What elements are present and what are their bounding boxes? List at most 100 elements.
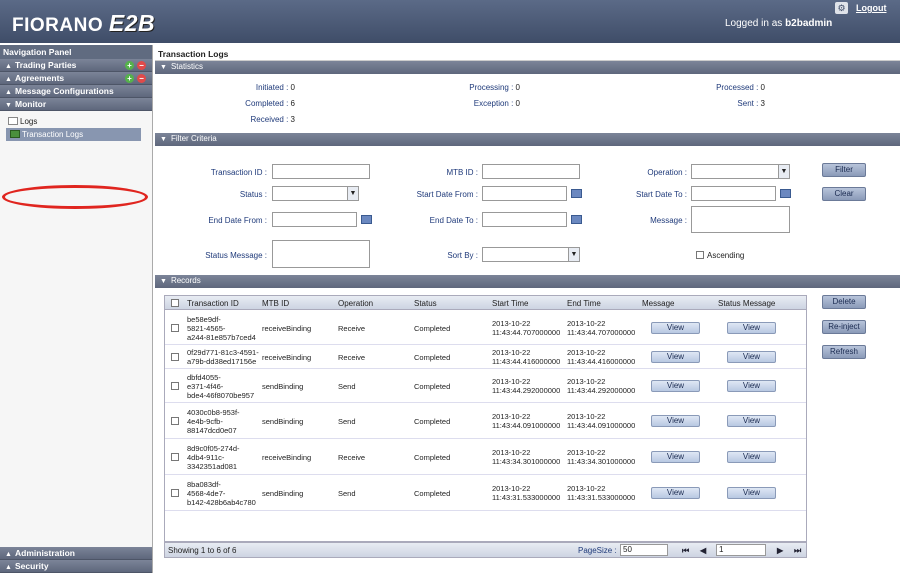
last-page-icon[interactable]: ⏭ bbox=[794, 546, 801, 556]
page-size-input[interactable]: 50 bbox=[620, 544, 668, 556]
add-icon[interactable]: + bbox=[125, 61, 134, 70]
view-status-message-button[interactable]: View bbox=[727, 451, 776, 463]
row-checkbox[interactable] bbox=[171, 489, 179, 497]
mtb-id-cell: receiveBinding bbox=[262, 324, 312, 333]
first-page-icon[interactable]: ⏮ bbox=[682, 546, 689, 556]
nav-item-label: Logs bbox=[20, 117, 38, 126]
end-date-from-label: End Date From : bbox=[208, 216, 267, 225]
page-number-input[interactable]: 1 bbox=[716, 544, 766, 556]
nav-section-administration[interactable]: ▲ Administration bbox=[0, 547, 152, 560]
remove-icon[interactable]: − bbox=[137, 74, 146, 83]
row-checkbox[interactable] bbox=[171, 324, 179, 332]
stat-sent: Sent : 3 bbox=[635, 99, 765, 108]
view-message-button[interactable]: View bbox=[651, 351, 700, 363]
filter-button[interactable]: Filter bbox=[822, 163, 866, 177]
chevron-down-icon: ▼ bbox=[5, 102, 12, 109]
column-header[interactable]: MTB ID bbox=[262, 299, 289, 308]
row-checkbox[interactable] bbox=[171, 353, 179, 361]
stat-label: Received : bbox=[250, 115, 289, 124]
ascending-checkbox[interactable] bbox=[696, 251, 704, 259]
chevron-down-icon: ▼ bbox=[160, 64, 167, 71]
transaction-id-input[interactable] bbox=[272, 164, 370, 179]
stat-label: Exception : bbox=[473, 99, 514, 108]
logout-link[interactable]: Logout bbox=[856, 3, 887, 13]
end-date-to-label: End Date To : bbox=[429, 216, 478, 225]
panel-title: Statistics bbox=[170, 62, 203, 71]
table-row[interactable]: 4030c0b8-953f- 4e4b-9cfb- 88147dcd0e07 send… bbox=[165, 403, 806, 439]
transaction-id-cell: 4e4b-9cfb- bbox=[187, 416, 223, 426]
statistics-panel: Initiated : 0 Completed : 6 Received : 3… bbox=[155, 74, 900, 133]
end-time-cell: 2013-10-22 bbox=[567, 377, 606, 386]
end-date-to-input[interactable] bbox=[482, 212, 567, 227]
nav-item-transaction-logs[interactable]: Transaction Logs bbox=[6, 128, 141, 141]
view-message-button[interactable]: View bbox=[651, 415, 700, 427]
column-header[interactable]: Start Time bbox=[492, 299, 528, 308]
status-select[interactable]: ▼ bbox=[272, 186, 359, 201]
column-header[interactable]: Status bbox=[414, 299, 437, 308]
view-status-message-button[interactable]: View bbox=[727, 351, 776, 363]
table-row[interactable]: dbfd4055- e371-4f46- bde4-46f8070be957 send… bbox=[165, 369, 806, 403]
start-date-from-input[interactable] bbox=[482, 186, 567, 201]
view-message-button[interactable]: View bbox=[651, 380, 700, 392]
view-status-message-button[interactable]: View bbox=[727, 415, 776, 427]
records-panel-header[interactable]: ▼ Records bbox=[155, 275, 900, 288]
nav-section-label: Monitor bbox=[15, 99, 47, 109]
view-status-message-button[interactable]: View bbox=[727, 487, 776, 499]
filter-panel-header[interactable]: ▼ Filter Criteria bbox=[155, 133, 900, 146]
view-status-message-button[interactable]: View bbox=[727, 380, 776, 392]
refresh-button[interactable]: Refresh bbox=[822, 345, 866, 359]
next-page-icon[interactable]: ▶ bbox=[777, 546, 783, 555]
nav-item-logs[interactable]: Logs bbox=[0, 115, 152, 128]
calendar-icon[interactable] bbox=[780, 189, 791, 198]
nav-section-security[interactable]: ▲ Security bbox=[0, 560, 152, 573]
add-icon[interactable]: + bbox=[125, 74, 134, 83]
start-time-cell: 2013-10-22 bbox=[492, 412, 531, 421]
end-time-cell: 11:43:31.533000000 bbox=[567, 493, 636, 502]
chevron-up-icon: ▲ bbox=[5, 76, 12, 83]
column-header[interactable]: Operation bbox=[338, 299, 373, 308]
row-checkbox[interactable] bbox=[171, 382, 179, 390]
column-header[interactable]: Transaction ID bbox=[187, 299, 239, 308]
statistics-panel-header[interactable]: ▼ Statistics bbox=[155, 61, 900, 74]
mtb-id-input[interactable] bbox=[482, 164, 580, 179]
status-cell: Completed bbox=[414, 353, 451, 362]
operation-select[interactable]: ▼ bbox=[691, 164, 790, 179]
column-header[interactable]: End Time bbox=[567, 299, 601, 308]
reinject-button[interactable]: Re-inject bbox=[822, 320, 866, 334]
remove-icon[interactable]: − bbox=[137, 61, 146, 70]
start-time-cell: 11:43:44.091000000 bbox=[492, 421, 561, 430]
chevron-down-icon: ▼ bbox=[160, 278, 167, 285]
fiorano-logo: FIORANO E2B bbox=[12, 10, 155, 37]
table-row[interactable]: 8ba083df- 4568-4de7- b142-428b6ab4c780 send… bbox=[165, 475, 806, 511]
column-header[interactable]: Message bbox=[642, 299, 674, 308]
row-checkbox[interactable] bbox=[171, 417, 179, 425]
nav-section-agreements[interactable]: ▲ Agreements + − bbox=[0, 72, 152, 85]
message-input[interactable] bbox=[691, 206, 790, 233]
end-date-from-input[interactable] bbox=[272, 212, 357, 227]
select-all-checkbox[interactable] bbox=[171, 299, 179, 307]
nav-section-monitor[interactable]: ▼ Monitor bbox=[0, 98, 152, 111]
view-status-message-button[interactable]: View bbox=[727, 322, 776, 334]
table-row[interactable]: 8d9c0f05-274d- 4db4-911c- 3342351ad081 rece… bbox=[165, 439, 806, 475]
previous-page-icon[interactable]: ◀ bbox=[700, 546, 706, 555]
view-message-button[interactable]: View bbox=[651, 322, 700, 334]
row-checkbox[interactable] bbox=[171, 453, 179, 461]
status-message-input[interactable] bbox=[272, 240, 370, 268]
nav-item-label: Transaction Logs bbox=[22, 130, 84, 139]
column-header[interactable]: Status Message bbox=[718, 299, 775, 308]
view-message-button[interactable]: View bbox=[651, 487, 700, 499]
start-date-to-input[interactable] bbox=[691, 186, 776, 201]
table-row[interactable]: 0f29d771-81c3-4591- a79b-dd38ed17156e rece… bbox=[165, 345, 806, 369]
stat-value: 3 bbox=[760, 99, 765, 108]
clear-button[interactable]: Clear bbox=[822, 187, 866, 201]
view-message-button[interactable]: View bbox=[651, 451, 700, 463]
table-row[interactable]: be58e9df- 5821-4565- a244-81e857b7ced4 rece… bbox=[165, 311, 806, 345]
gear-icon[interactable]: ⚙ bbox=[835, 2, 848, 14]
table-footer: Showing 1 to 6 of 6 PageSize : 50 ⏮ ◀ 1 … bbox=[164, 542, 807, 558]
nav-section-trading-parties[interactable]: ▲ Trading Parties + − bbox=[0, 59, 152, 72]
sort-by-select[interactable]: ▼ bbox=[482, 247, 580, 262]
delete-button[interactable]: Delete bbox=[822, 295, 866, 309]
end-time-cell: 11:43:44.416000000 bbox=[567, 357, 636, 366]
nav-section-message-configurations[interactable]: ▲ Message Configurations bbox=[0, 85, 152, 98]
stat-exception: Exception : 0 bbox=[395, 99, 520, 108]
